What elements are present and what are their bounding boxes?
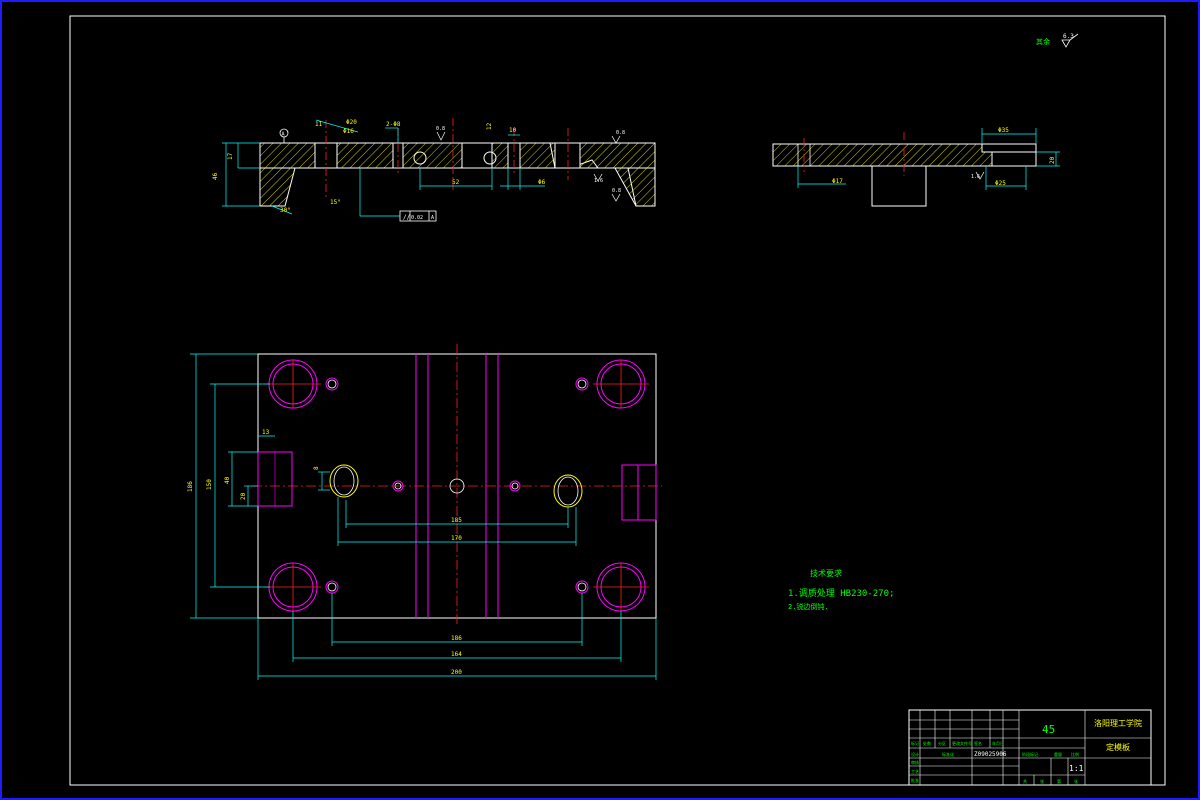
svg-text:2-Φ8: 2-Φ8 (386, 121, 401, 128)
svg-text:164: 164 (451, 651, 462, 658)
svg-text:11: 11 (315, 121, 323, 128)
svg-text:Φ16: Φ16 (343, 128, 354, 135)
svg-text:186: 186 (451, 635, 462, 642)
svg-text:Φ6: Φ6 (538, 179, 546, 186)
svg-text:共: 共 (1023, 778, 1027, 784)
svg-text:20: 20 (1049, 156, 1056, 164)
svg-text:阶段标记: 阶段标记 (1022, 751, 1038, 757)
svg-text:张: 张 (1074, 778, 1078, 784)
svg-text:标记: 标记 (911, 740, 919, 746)
svg-text:其余: 其余 (1036, 37, 1050, 46)
svg-text:46: 46 (212, 172, 219, 180)
svg-text:52: 52 (452, 179, 460, 186)
svg-text:12: 12 (486, 122, 493, 130)
svg-text:1.6: 1.6 (971, 174, 980, 180)
section-view: 46 17 52 Φ6 10 2-Φ8 Φ20 Φ16 11 12 30° 15… (212, 118, 656, 222)
scale-cell: 1:1 (1069, 764, 1084, 773)
svg-text:1.6: 1.6 (594, 178, 603, 184)
svg-text:0.02: 0.02 (411, 215, 423, 221)
svg-text:170: 170 (451, 535, 462, 542)
svg-text:更改文件号: 更改文件号 (952, 740, 972, 746)
outer-frame (0, 0, 1200, 800)
svg-text:6.3: 6.3 (1063, 33, 1074, 40)
section-left-boss (259, 167, 296, 207)
plan-view: 186 150 40 20 13 8 200 164 186 185 170 (187, 344, 662, 680)
svg-text:Φ17: Φ17 (832, 178, 843, 185)
svg-text:工艺: 工艺 (911, 769, 919, 774)
tech-note-2: 2.锐边倒钝. (788, 602, 829, 611)
tech-note-1: 1.调质处理 HB230-270; (788, 587, 894, 599)
side-view: Φ35 Φ17 Φ25 20 1.6 (772, 127, 1060, 207)
svg-text:15°: 15° (330, 199, 341, 206)
tech-notes-title: 技术要求 (810, 568, 842, 578)
svg-text:分区: 分区 (938, 740, 946, 746)
material-cell: 45 (1042, 723, 1055, 736)
svg-text:第: 第 (1057, 778, 1061, 784)
svg-text:30°: 30° (280, 207, 291, 214)
svg-text:年月日: 年月日 (992, 740, 1004, 746)
svg-text:Φ35: Φ35 (998, 127, 1009, 134)
roughness-note: 其余 6.3 (1036, 33, 1079, 48)
section-right-boss (614, 167, 656, 207)
svg-text:A: A (431, 215, 434, 221)
svg-text:10: 10 (509, 127, 517, 134)
tech-notes: 技术要求 1.调质处理 HB230-270; 2.锐边倒钝. (788, 568, 894, 611)
svg-text:40: 40 (224, 476, 231, 484)
title-block: 45 洛阳理工学院 定模板 Z09025906 1:1 标记 处数 分区 更改文… (908, 709, 1152, 786)
svg-text:设计: 设计 (911, 751, 919, 757)
drawing-no-cell: Z09025906 (974, 751, 1007, 758)
cad-drawing: 其余 6.3 46 17 52 Φ6 10 2-Φ8 Φ20 Φ16 11 12… (0, 0, 1200, 800)
svg-text:8: 8 (313, 466, 320, 470)
svg-text://: // (403, 214, 411, 221)
svg-text:185: 185 (451, 517, 462, 524)
svg-text:150: 150 (206, 479, 213, 490)
svg-text:处数: 处数 (923, 740, 931, 746)
svg-text:0.8: 0.8 (612, 188, 621, 194)
svg-text:186: 186 (187, 481, 194, 492)
svg-text:比例: 比例 (1071, 751, 1079, 757)
svg-text:审核: 审核 (911, 759, 919, 765)
svg-text:Φ25: Φ25 (995, 180, 1006, 187)
svg-text:0.8: 0.8 (436, 126, 445, 132)
svg-text:重量: 重量 (1054, 751, 1062, 757)
part-name-cell: 定模板 (1106, 742, 1130, 752)
svg-text:Φ20: Φ20 (346, 119, 357, 126)
svg-text:0.8: 0.8 (616, 130, 625, 136)
svg-text:A: A (282, 132, 285, 138)
svg-text:批准: 批准 (911, 777, 919, 783)
svg-text:17: 17 (227, 152, 234, 160)
school-cell: 洛阳理工学院 (1094, 718, 1142, 728)
svg-text:签名: 签名 (974, 740, 982, 746)
svg-text:张: 张 (1040, 778, 1044, 784)
svg-text:标准化: 标准化 (942, 751, 954, 757)
svg-text:13: 13 (262, 429, 270, 436)
svg-text:200: 200 (451, 669, 462, 676)
svg-text:20: 20 (240, 492, 247, 500)
